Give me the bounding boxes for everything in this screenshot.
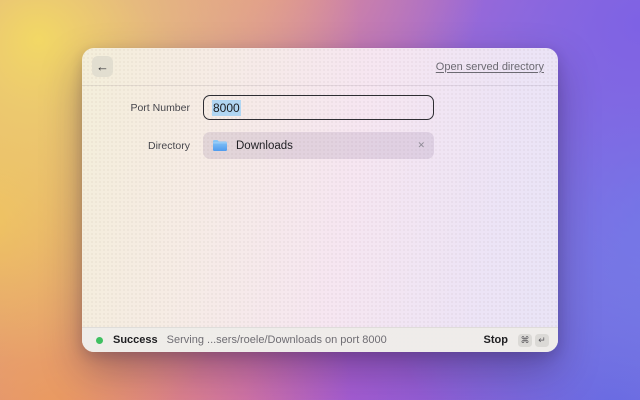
- port-value-selected-text: 8000: [212, 100, 241, 116]
- window-header: ← Open served directory: [82, 48, 558, 86]
- open-served-directory-link[interactable]: Open served directory: [436, 61, 544, 73]
- port-row: Port Number 8000: [82, 95, 558, 120]
- clear-directory-icon[interactable]: ✕: [417, 140, 425, 151]
- directory-row: Directory Downloads ✕: [82, 132, 558, 159]
- desktop-wallpaper: ← Open served directory Port Number 8000…: [0, 0, 640, 400]
- status-dot-icon: [96, 337, 103, 344]
- port-input[interactable]: 8000: [203, 95, 434, 120]
- port-label: Port Number: [82, 102, 190, 114]
- command-key-icon[interactable]: ⌘: [518, 334, 532, 347]
- status-text: Success: [113, 334, 158, 346]
- back-button[interactable]: ←: [92, 56, 113, 77]
- status-bar: Success Serving ...sers/roele/Downloads …: [82, 327, 558, 352]
- return-key-icon[interactable]: ↵: [535, 334, 549, 347]
- folder-icon: [212, 139, 228, 152]
- status-message: Serving ...sers/roele/Downloads on port …: [167, 334, 387, 346]
- directory-value: Downloads: [236, 140, 293, 152]
- directory-label: Directory: [82, 140, 190, 152]
- back-arrow-icon: ←: [96, 60, 109, 73]
- app-window: ← Open served directory Port Number 8000…: [82, 48, 558, 352]
- directory-field[interactable]: Downloads ✕: [203, 132, 434, 159]
- stop-label: Stop: [484, 334, 508, 346]
